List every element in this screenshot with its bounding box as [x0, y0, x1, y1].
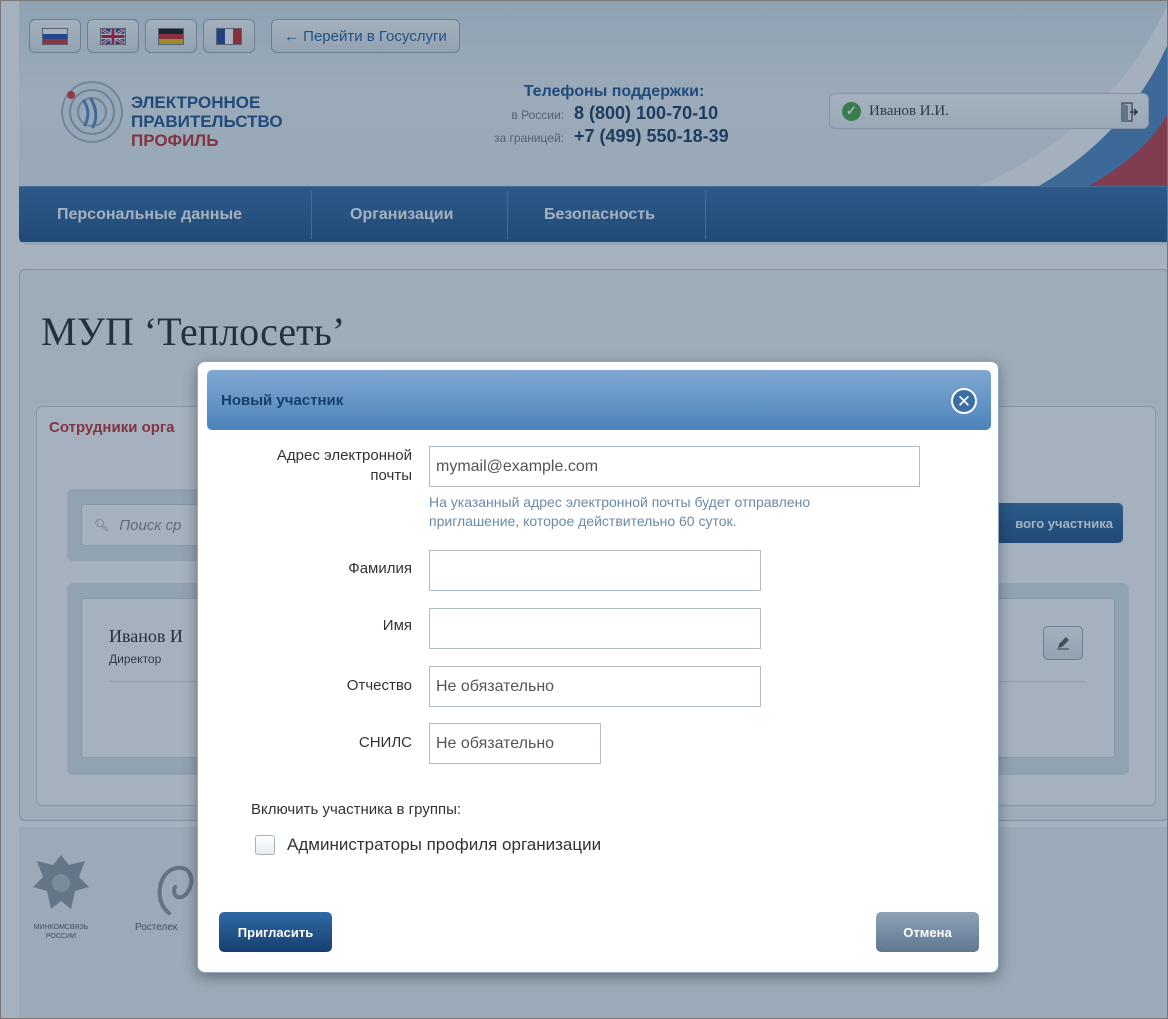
- group-admins-checkbox[interactable]: [255, 835, 275, 855]
- patronymic-label: Отчество: [346, 677, 412, 694]
- new-member-dialog: Новый участник ✕ Адрес электронной почты…: [197, 361, 999, 973]
- snils-field[interactable]: [429, 723, 601, 764]
- snils-label: СНИЛС: [358, 734, 412, 751]
- email-field[interactable]: [429, 446, 920, 487]
- app-frame: ← Перейти в Госуслуги ЭЛЕКТРОННОЕ ПРАВИТ…: [0, 0, 1168, 1019]
- email-label: Адрес электронной почты: [276, 447, 412, 484]
- email-hint: На указанный адрес электронной почты буд…: [429, 494, 811, 529]
- dialog-header: Новый участник ✕: [207, 370, 991, 430]
- firstname-field[interactable]: [429, 608, 761, 649]
- group-admins-option: Администраторы профиля организации: [255, 835, 601, 855]
- dialog-title: Новый участник: [221, 391, 344, 409]
- firstname-label: Имя: [382, 617, 412, 634]
- lastname-label: Фамилия: [348, 560, 412, 577]
- patronymic-field[interactable]: [429, 666, 761, 707]
- cancel-button[interactable]: Отмена: [876, 912, 979, 952]
- group-admins-label: Администраторы профиля организации: [287, 835, 602, 854]
- invite-button[interactable]: Пригласить: [219, 912, 332, 952]
- close-icon[interactable]: ✕: [951, 388, 977, 414]
- lastname-field[interactable]: [429, 550, 761, 591]
- groups-label: Включить участника в группы:: [251, 801, 462, 818]
